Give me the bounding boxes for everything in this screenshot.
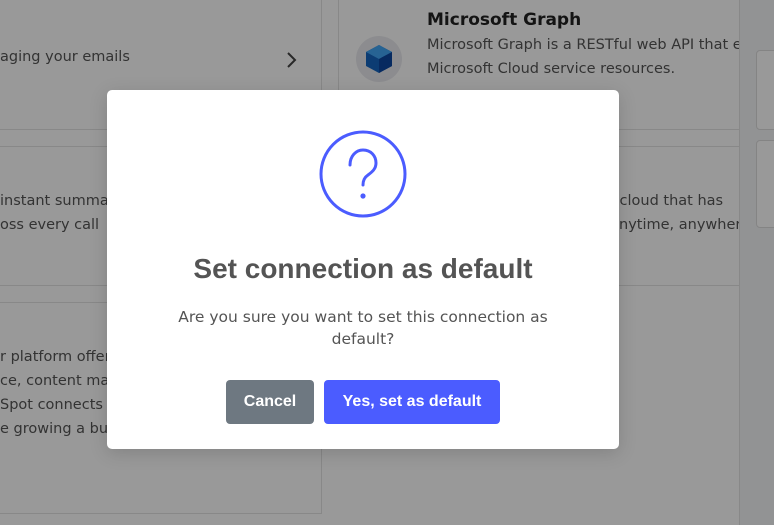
question-mark-icon	[319, 130, 407, 218]
confirm-dialog: Set connection as default Are you sure y…	[107, 90, 619, 449]
confirm-set-default-button[interactable]: Yes, set as default	[324, 380, 500, 424]
dialog-message: Are you sure you want to set this connec…	[178, 308, 548, 348]
dialog-title: Set connection as default	[193, 253, 533, 284]
cancel-button[interactable]: Cancel	[226, 380, 314, 424]
